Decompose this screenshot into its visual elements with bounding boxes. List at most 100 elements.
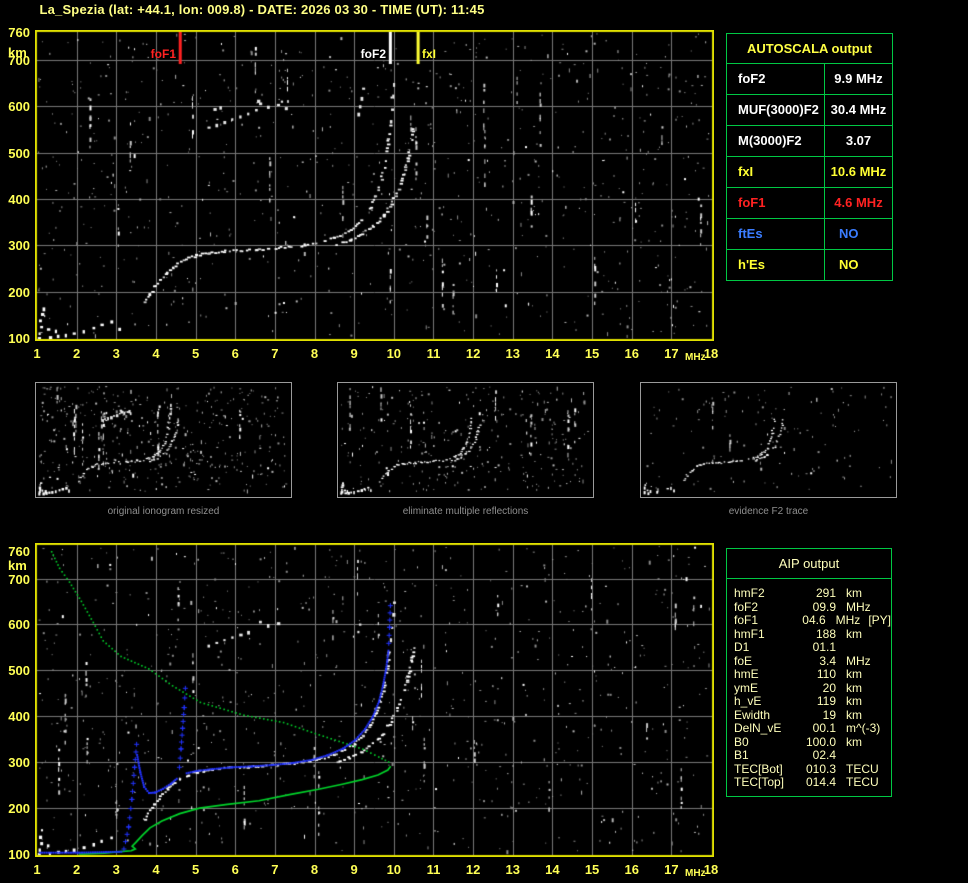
autoscala-param-label: foF2 [727,64,825,94]
aip-param-unit: MHz [846,599,871,614]
y-tick-760: 760 [8,25,30,40]
x-tick-1: 1 [33,346,41,361]
y-tick-600: 600 [8,617,30,633]
x-tick-7: 7 [271,862,279,877]
aip-param-unit: km [846,707,862,722]
x-tick-10: 10 [386,346,402,361]
aip-output-panel: AIP output hmF2 291 km foF2 09.9 MHz foF1 04.6 M… [726,548,892,797]
aip-row-TEC[Bot]: TEC[Bot] 010.3 TECU [734,761,891,777]
autoscala-param-label: MUF(3000)F2 [727,95,825,125]
inverted-ionogram-canvas [35,543,714,857]
aip-param-unit: MHz [835,613,861,627]
aip-param-value: 02.4 [812,748,836,762]
autoscala-rows: foF2 9.9 MHz MUF(3000)F2 30.4 MHz M(3000)F2 3… [727,64,892,280]
aip-param-value: 010.3 [805,761,836,776]
fxI-marker-label: fxI [422,47,437,61]
x-tick-18: 18 [703,346,719,361]
aip-param-value: 20 [822,680,836,695]
aip-param-label: foE [734,653,753,668]
aip-row-B0: B0 100.0 km [734,734,891,750]
x-tick-12: 12 [465,862,481,877]
aip-row-foF2: foF2 09.9 MHz [734,599,891,615]
aip-param-unit: TECU [846,775,879,789]
aip-param-value: 291 [815,586,836,600]
autoscala-header: AUTOSCALA output [727,34,892,64]
autoscala-param-label: M(3000)F2 [727,126,825,156]
aip-param-value: 119 [816,694,836,708]
aip-rows: hmF2 291 km foF2 09.9 MHz foF1 04.6 MHz [PY] hmF1 1… [727,579,891,796]
aip-row-foF1: foF1 04.6 MHz [PY] [734,613,891,628]
y-tick-600: 600 [8,99,30,115]
aip-param-unit: km [846,680,862,695]
autoscala-row-foF2: foF2 9.9 MHz [727,64,892,95]
aip-param-label: foF2 [734,599,759,614]
y-tick-200: 200 [8,801,30,817]
y-tick-300: 300 [8,238,30,254]
x-tick-16: 16 [624,346,639,361]
aip-param-unit: MHz [846,653,871,668]
x-tick-3: 3 [112,862,120,877]
x-tick-11: 11 [426,346,441,361]
aip-param-value: 00.1 [812,721,836,735]
autoscala-app-window: { "title": "La_Spezia (lat: +44.1, lon: … [0,0,968,883]
foF2-marker-label: foF2 [360,47,386,61]
thumbnail-caption-1: original ionogram resized [107,506,220,517]
x-tick-9: 9 [350,862,358,877]
aip-param-unit: km [846,694,862,708]
aip-row-DelN_vE: DelN_vE 00.1 m^(-3) [734,721,891,736]
aip-param-value: 3.4 [819,653,836,668]
y-tick-500: 500 [8,663,30,679]
aip-param-unit: km [846,734,862,749]
aip-param-value: 19 [822,707,836,722]
aip-param-unit: km [846,586,862,600]
aip-param-value: 09.9 [812,599,836,614]
foF1-marker-label: foF1 [150,47,176,61]
aip-row-D1: D1 01.1 [734,640,891,655]
autoscala-row-ftEs: ftEs NO [727,219,892,250]
y-tick-500: 500 [8,145,30,161]
x-tick-5: 5 [191,346,200,361]
aip-param-label: DelN_vE [734,721,782,735]
autoscala-param-value: 30.4 MHz [830,102,887,117]
aip-param-label: Ewidth [734,707,771,722]
x-tick-14: 14 [545,346,560,361]
x-tick-8: 8 [310,862,319,877]
x-tick-4: 4 [152,346,160,361]
y-tick-100: 100 [8,847,30,862]
aip-row-TEC[Top]: TEC[Top] 014.4 TECU [734,775,891,790]
aip-row-B1: B1 02.4 [734,748,891,763]
x-tick-2: 2 [73,862,81,877]
autoscala-param-label: h'Es [727,250,825,280]
scaled-ionogram-canvas [35,30,714,341]
y-tick-760: 760 [8,544,30,559]
x-tick-2: 2 [73,346,81,361]
x-tick-10: 10 [386,862,402,877]
autoscala-param-value: NO [839,226,859,241]
aip-param-label: TEC[Bot] [734,761,783,776]
aip-row-ymE: ymE 20 km [734,680,891,696]
aip-param-label: foF1 [734,613,759,627]
aip-param-unit: m^(-3) [846,721,881,735]
autoscala-row-fxI: fxI 10.6 MHz [727,157,892,188]
x-tick-15: 15 [584,862,600,877]
x-tick-5: 5 [191,862,200,877]
x-tick-1: 1 [33,862,41,877]
x-tick-6: 6 [231,862,239,877]
x-tick-6: 6 [231,346,239,361]
y-tick-400: 400 [8,709,30,725]
aip-param-extra: [PY] [868,613,891,627]
aip-param-label: TEC[Top] [734,775,785,789]
aip-param-label: ymE [734,680,758,695]
x-tick-14: 14 [545,862,560,877]
y-tick-300: 300 [8,755,30,771]
y-tick-700: 700 [8,571,30,587]
thumbnail-caption-3: evidence F2 trace [728,506,809,517]
aip-param-value: 100.0 [805,734,836,749]
aip-row-h_vE: h_vE 119 km [734,694,891,709]
x-tick-13: 13 [505,346,520,361]
autoscala-row-foF1: foF1 4.6 MHz [727,188,892,219]
station-title: La_Spezia (lat: +44.1, lon: 009.8) - DAT… [39,2,485,17]
x-tick-13: 13 [505,862,520,877]
x-tick-15: 15 [584,346,600,361]
y-tick-700: 700 [8,52,30,68]
